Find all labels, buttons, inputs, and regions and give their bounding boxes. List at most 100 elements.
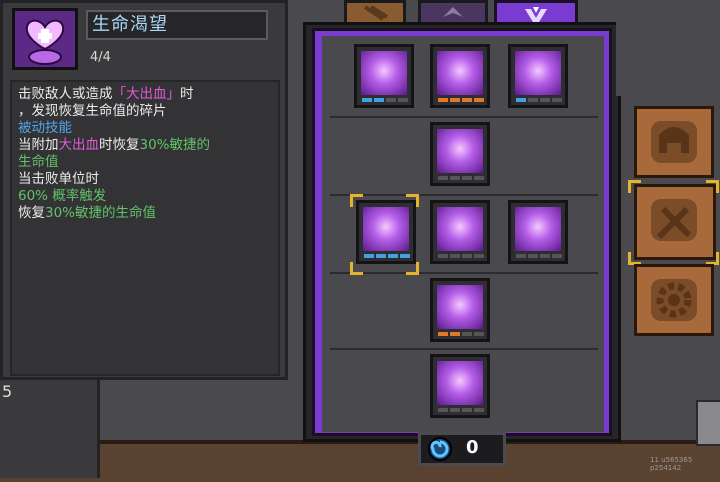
skill-node[interactable] <box>430 122 490 186</box>
level-pip <box>540 254 550 258</box>
selection-corner <box>406 262 419 275</box>
level-pip <box>474 176 484 180</box>
level-pip <box>450 408 460 412</box>
life-craving-icon <box>363 207 409 251</box>
skill-name: 生命渴望 <box>86 10 268 40</box>
swarm-blades-icon <box>437 361 483 405</box>
pillar-decoration <box>696 400 720 446</box>
tree-row-divider <box>330 348 598 350</box>
level-pip <box>516 254 526 258</box>
selection-corner <box>350 262 363 275</box>
helmet-icon <box>659 127 689 153</box>
level-pip <box>528 98 538 102</box>
desc-passive-label: 被动技能 <box>18 120 72 136</box>
slash-icon <box>437 51 483 95</box>
build-id: 11 u565365 p254142 <box>650 456 693 472</box>
skill-level-pips <box>362 98 408 102</box>
level-pip <box>388 254 398 258</box>
level-pip <box>450 98 460 102</box>
skill-detail-icon <box>12 8 78 70</box>
skill-points-box <box>418 432 506 466</box>
level-pip <box>438 332 448 336</box>
skill-description: 击败敌人或造成「大出血」时 ，发现恢复生命值的碎片 被动技能 当附加大出血时恢复… <box>10 80 280 376</box>
swirl-token-icon <box>428 437 452 461</box>
level-pip <box>462 332 472 336</box>
selection-corner <box>406 194 419 207</box>
skill-level-pips <box>516 98 562 102</box>
skill-points-count: 0 <box>466 437 479 458</box>
tree-row-divider <box>330 272 598 274</box>
level-pip <box>474 254 484 258</box>
side-counter-panel <box>0 380 100 478</box>
level-pip <box>450 332 460 336</box>
desc-line-4: 当附加大出血时恢复30%敏捷的 <box>18 137 211 153</box>
skills-button[interactable] <box>634 184 716 260</box>
skill-level-pips <box>438 332 484 336</box>
heal-cross-icon <box>515 51 561 95</box>
level-pip <box>400 254 410 258</box>
gear-icon <box>656 282 692 318</box>
desc-line-2: ，发现恢复生命值的碎片 <box>18 103 167 119</box>
skill-node[interactable] <box>430 278 490 342</box>
skill-node[interactable] <box>430 44 490 108</box>
level-pip <box>462 176 472 180</box>
level-pip <box>462 408 472 412</box>
crossed-swords-icon <box>656 206 692 240</box>
desc-line-7: 60% 概率触发 <box>18 188 107 204</box>
level-pip <box>398 98 408 102</box>
level-pip <box>450 176 460 180</box>
level-pip <box>438 98 448 102</box>
level-pip <box>450 254 460 258</box>
tree-row-divider <box>330 194 598 196</box>
tab-class-icon <box>443 7 463 17</box>
level-pip <box>462 98 472 102</box>
level-pip <box>474 332 484 336</box>
skill-node[interactable] <box>354 44 414 108</box>
settings-button[interactable] <box>634 264 714 336</box>
skill-level-pips <box>438 98 484 102</box>
character-button[interactable] <box>634 106 714 178</box>
level-pip <box>474 98 484 102</box>
level-pip <box>474 408 484 412</box>
skill-node-selected[interactable] <box>356 200 416 264</box>
skill-level-pips <box>438 176 484 180</box>
side-number: 5 <box>2 382 13 401</box>
level-pip <box>438 408 448 412</box>
level-pip <box>386 98 396 102</box>
tree-row-divider <box>330 116 598 118</box>
desc-line-8: 恢复30%敏捷的生命值 <box>18 205 157 221</box>
selection-corner <box>628 180 641 193</box>
level-pip <box>438 176 448 180</box>
dash-icon <box>437 285 483 329</box>
claws-icon <box>361 51 407 95</box>
rift-icon <box>437 207 483 251</box>
skill-node[interactable] <box>430 354 490 418</box>
blades-icon <box>437 129 483 173</box>
skill-level: 4/4 <box>90 50 111 65</box>
skill-node[interactable] <box>430 200 490 264</box>
level-pip <box>552 254 562 258</box>
level-pip <box>528 254 538 258</box>
desc-line-1: 击败敌人或造成「大出血」时 <box>18 86 194 102</box>
floor-background <box>0 440 720 482</box>
level-pip <box>376 254 386 258</box>
level-pip <box>438 254 448 258</box>
desc-line-5: 生命值 <box>18 154 59 170</box>
right-panel-bg <box>616 0 720 96</box>
life-craving-icon <box>15 11 75 67</box>
skill-level-pips <box>516 254 562 258</box>
skill-level-pips <box>364 254 410 258</box>
level-pip <box>516 98 526 102</box>
tab-weapon-icon <box>363 5 389 21</box>
skill-node[interactable] <box>508 200 568 264</box>
shield-up-icon <box>515 207 561 251</box>
level-pip <box>462 254 472 258</box>
selection-corner <box>350 194 363 207</box>
level-pip <box>374 98 384 102</box>
skill-level-pips <box>438 408 484 412</box>
selection-corner <box>706 180 719 193</box>
skill-node[interactable] <box>508 44 568 108</box>
level-pip <box>540 98 550 102</box>
skill-level-pips <box>438 254 484 258</box>
desc-line-6: 当击败单位时 <box>18 171 99 187</box>
